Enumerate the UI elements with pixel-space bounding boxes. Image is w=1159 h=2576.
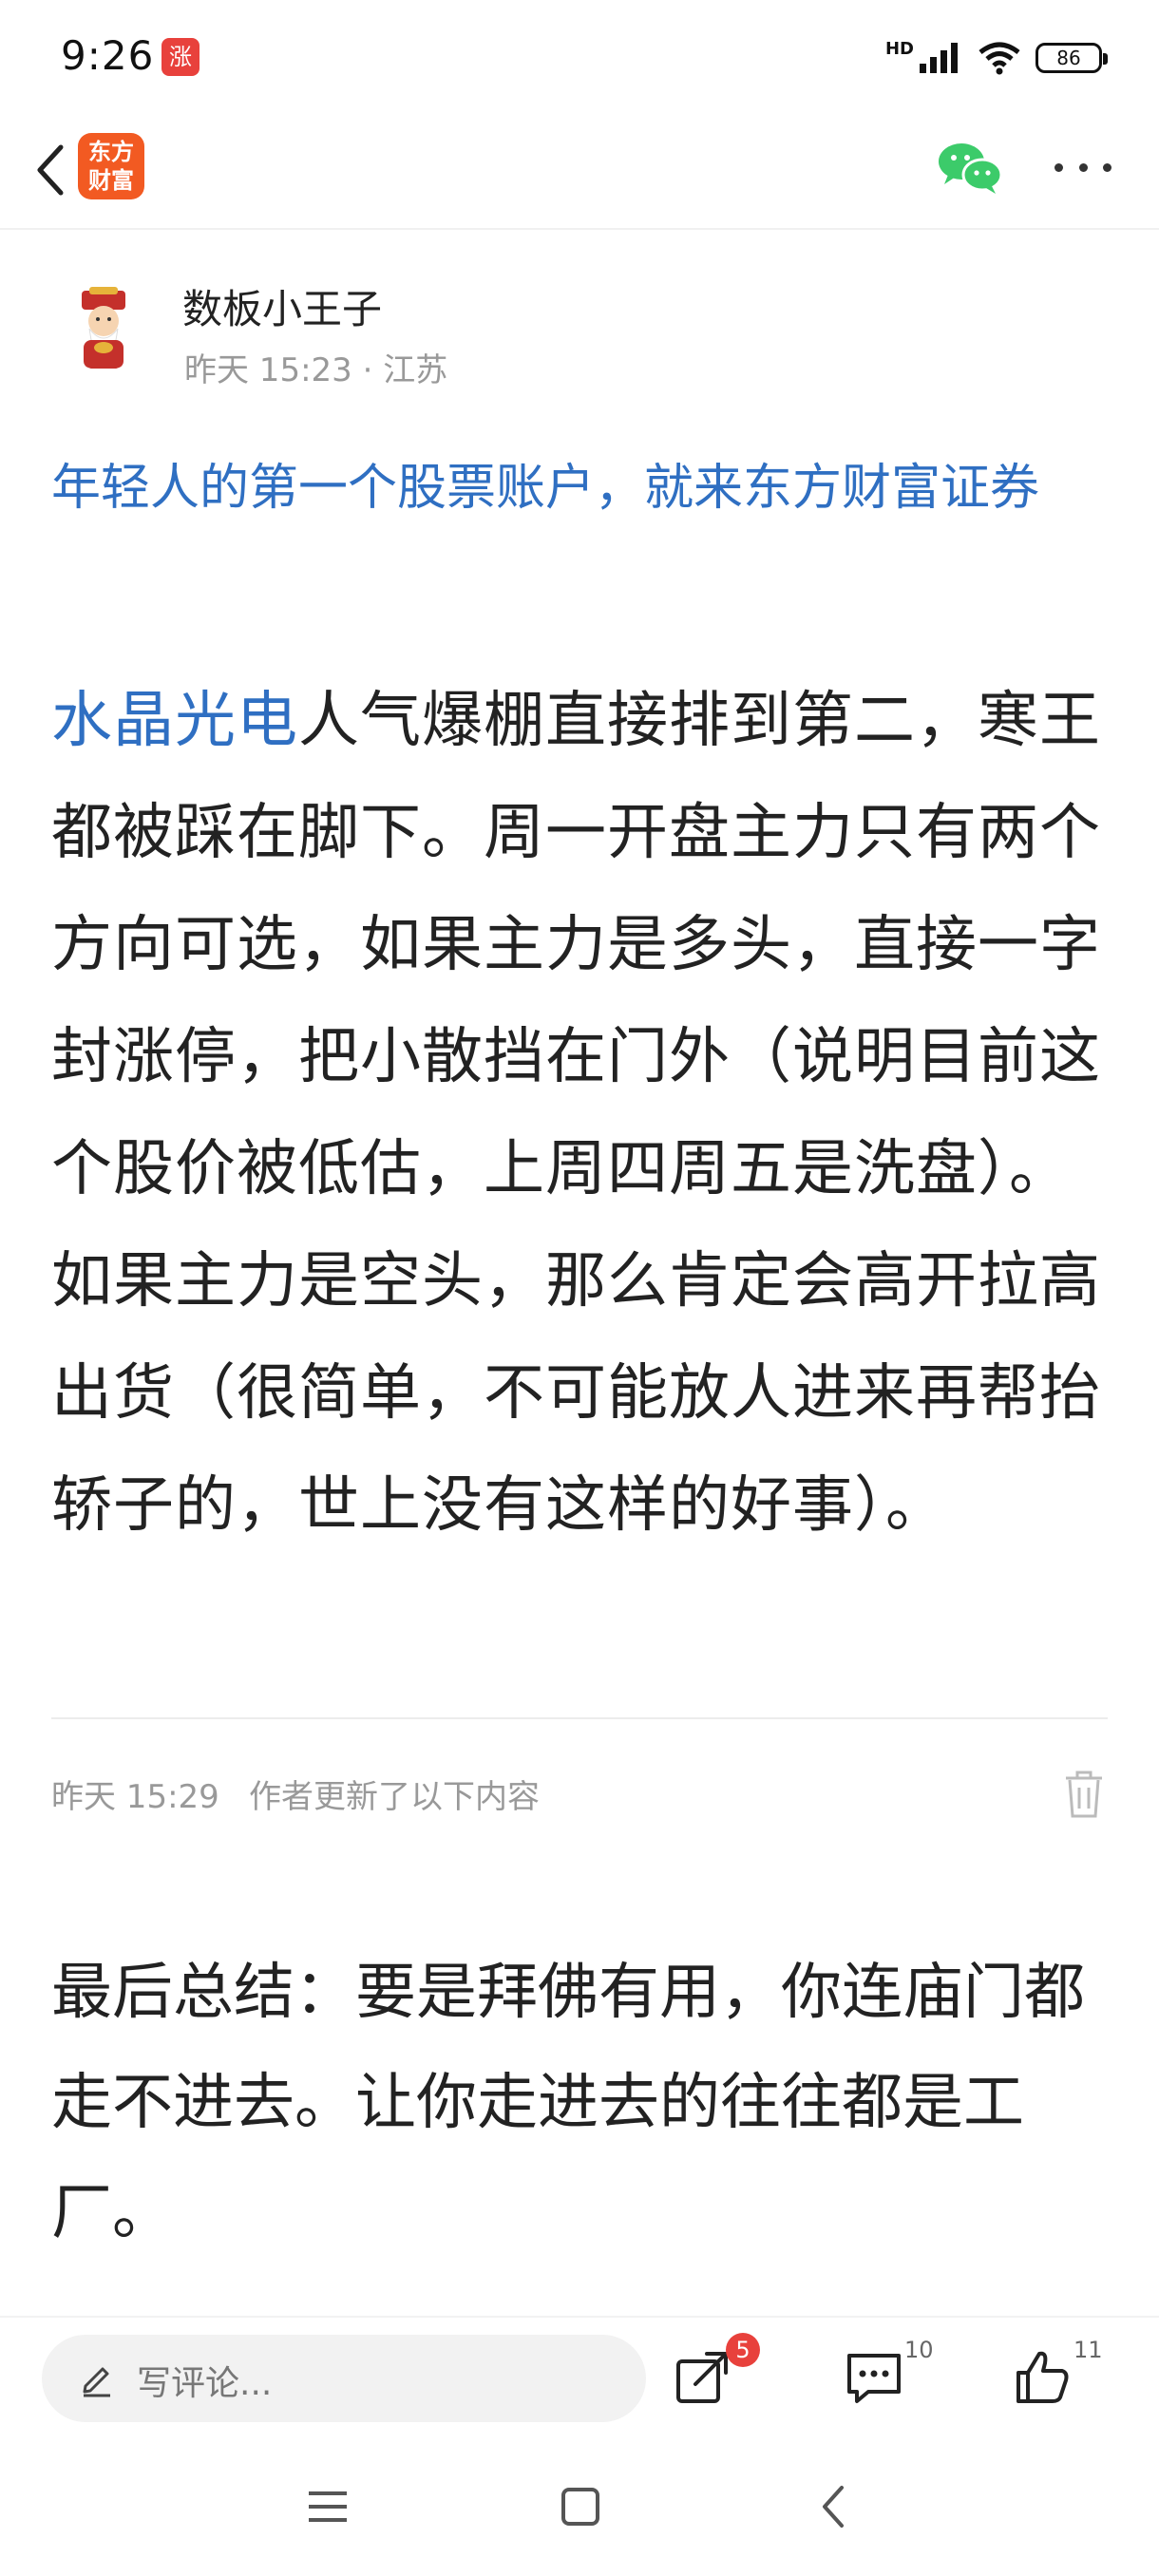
status-bar: 9:26 涨 HD 86: [0, 0, 1159, 114]
wechat-icon: [939, 143, 1003, 194]
recent-apps-button[interactable]: [294, 2473, 361, 2540]
system-nav-bar: [0, 2439, 1159, 2576]
logo-line-2: 财富: [88, 167, 134, 194]
wifi-icon: [978, 42, 1020, 75]
share-badge: 5: [726, 2333, 760, 2367]
home-button[interactable]: [547, 2473, 614, 2540]
like-button[interactable]: 11: [1011, 2337, 1106, 2420]
network-type-label: HD: [884, 38, 914, 59]
comments-button[interactable]: 10: [842, 2337, 937, 2420]
like-count: 11: [1074, 2337, 1103, 2363]
avatar-image: [61, 285, 146, 370]
home-icon: [561, 2488, 599, 2526]
system-back-button[interactable]: [800, 2473, 866, 2540]
more-icon-dot: [1078, 162, 1088, 172]
update-time: 昨天 15:29: [51, 1778, 219, 1816]
author-name[interactable]: 数板小王子: [182, 277, 382, 335]
comment-placeholder: 写评论...: [137, 2364, 273, 2403]
delete-button[interactable]: [1060, 1767, 1108, 1820]
update-label: 作者更新了以下内容: [249, 1778, 540, 1816]
trash-icon: [1066, 1771, 1102, 1818]
nav-back-icon: [823, 2486, 844, 2528]
update-header: 昨天 15:29 作者更新了以下内容: [51, 1767, 1108, 1824]
status-indicators: HD 86: [884, 34, 1108, 82]
notification-app-icon: 涨: [162, 38, 200, 76]
share-icon: [676, 2352, 728, 2403]
post-meta: 昨天 15:23 · 江苏: [184, 351, 448, 389]
wechat-share-button[interactable]: [937, 139, 1003, 196]
signal-icon: [920, 43, 958, 73]
like-icon: [1016, 2351, 1069, 2403]
author-header: 数板小王子 昨天 15:23 · 江苏: [0, 266, 1159, 399]
divider: [51, 1717, 1108, 1719]
promo-link[interactable]: 年轻人的第一个股票账户，就来东方财富证券: [51, 446, 1115, 530]
more-icon-dot: [1103, 162, 1112, 172]
update-content: 最后总结：要是拜佛有用，你连庙门都走不进去。让你走进去的往往都是工厂。: [51, 1958, 1085, 2248]
battery-indicator: 86: [1036, 43, 1108, 73]
back-icon: [37, 144, 64, 196]
top-nav: 东方 财富: [0, 114, 1159, 230]
stock-link[interactable]: 水晶光电: [51, 686, 298, 756]
bottom-action-bar: 写评论... 5 10 11: [0, 2316, 1159, 2441]
comment-input[interactable]: 写评论...: [42, 2335, 646, 2422]
post-body: 水晶光电人气爆棚直接排到第二，寒王都被踩在脚下。周一开盘主力只有两个方向可选，如…: [51, 665, 1115, 1562]
comment-count: 10: [904, 2337, 934, 2363]
app-logo[interactable]: 东方 财富: [78, 133, 144, 199]
logo-line-1: 东方: [88, 139, 134, 165]
post-text: 人气爆棚直接排到第二，寒王都被踩在脚下。周一开盘主力只有两个方向可选，如果主力是…: [51, 686, 1101, 1541]
comment-icon: [847, 2354, 901, 2403]
share-button[interactable]: 5: [669, 2333, 764, 2420]
status-time: 9:26: [61, 32, 155, 79]
pen-icon: [83, 2367, 110, 2397]
back-button[interactable]: [21, 137, 78, 203]
more-icon-dot: [1054, 162, 1063, 172]
menu-icon: [309, 2491, 347, 2522]
author-avatar[interactable]: [61, 285, 146, 370]
more-button[interactable]: [1054, 148, 1112, 186]
